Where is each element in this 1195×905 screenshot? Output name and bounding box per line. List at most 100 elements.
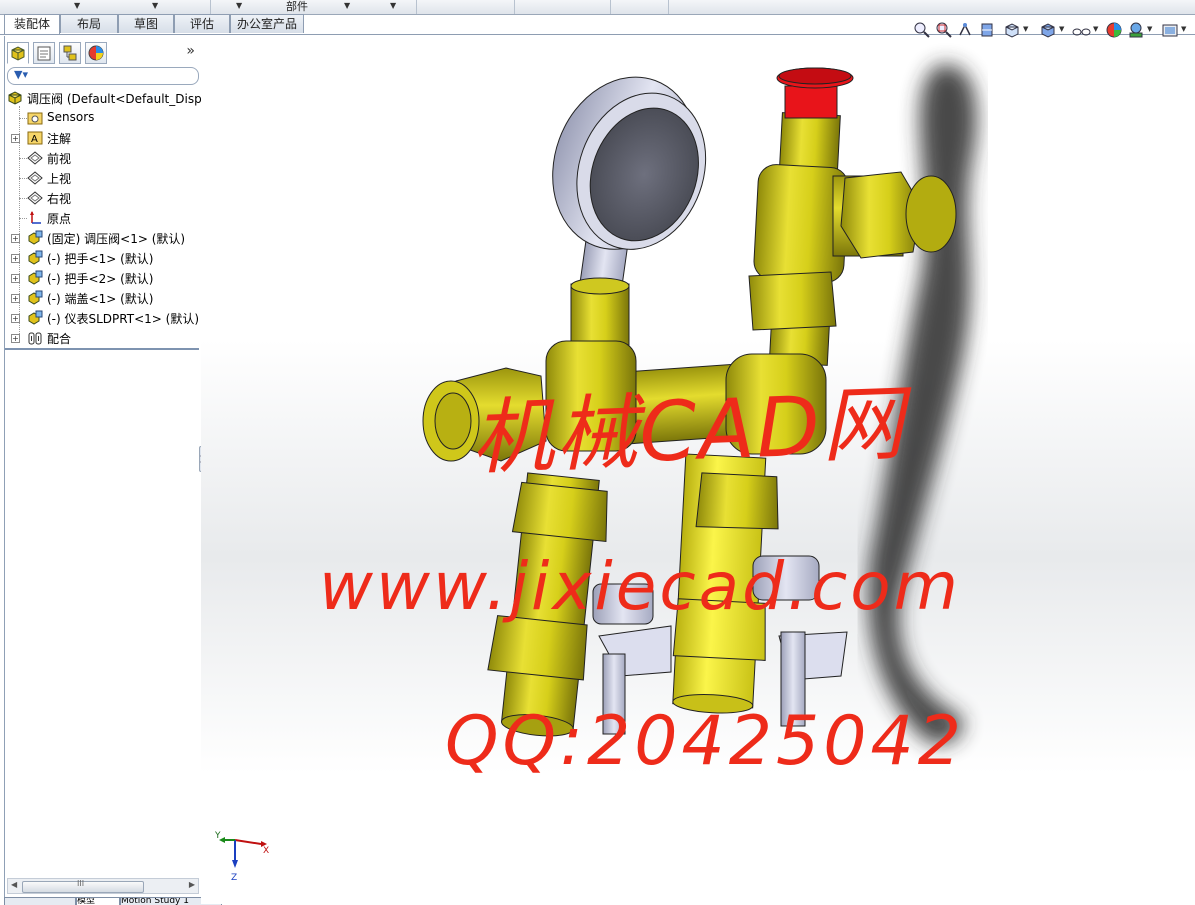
feature-manager-panel: » ▼▾ 调压阀 (Default<Default_Disp Sensors + [4, 36, 202, 901]
configuration-manager-icon [63, 45, 77, 61]
edit-appearance-icon[interactable] [1105, 21, 1123, 39]
tree-item-top-plane[interactable]: 上视 [5, 168, 201, 188]
triad-z-label: Z [231, 873, 237, 883]
coordinate-triad: X Y Z [214, 831, 269, 883]
tree-item-label: Sensors [47, 110, 95, 124]
tree-filter-field[interactable]: ▼▾ [7, 67, 199, 85]
tab-sketch[interactable]: 草图 [118, 14, 174, 33]
plane-icon [27, 191, 43, 205]
hide-show-items-icon[interactable] [1071, 21, 1093, 39]
tree-item-label: (-) 把手<2> (默认) [47, 272, 154, 286]
tree-item-component[interactable]: + (固定) 调压阀<1> (默认) [5, 228, 201, 248]
tree-item-component[interactable]: + (-) 把手<2> (默认) [5, 268, 201, 288]
assembly-icon [8, 91, 22, 105]
right-tee [725, 353, 827, 455]
expand-icon[interactable]: + [11, 334, 20, 343]
tab-layout[interactable]: 布局 [60, 14, 118, 33]
feature-manager-tab[interactable] [7, 42, 29, 64]
previous-view-icon[interactable] [957, 21, 975, 39]
zoom-to-fit-icon[interactable] [913, 21, 931, 39]
left-tee [545, 340, 637, 452]
tree-item-label: 前视 [47, 152, 72, 166]
expand-icon[interactable]: + [11, 254, 20, 263]
triad-x-label: X [263, 846, 269, 856]
expand-icon[interactable]: + [11, 294, 20, 303]
configuration-manager-tab[interactable] [59, 42, 81, 64]
tree-item-label: (-) 端盖<1> (默认) [47, 292, 154, 306]
dropdown-arrow-icon[interactable]: ▼ [1147, 25, 1152, 33]
graphics-viewport[interactable]: 机械CAD网 www.jixiecad.com QQ:20425042 X Y … [201, 36, 1195, 904]
dropdown-arrow-icon[interactable]: ▼ [1181, 25, 1186, 33]
dropdown-arrow-icon[interactable]: ▼ [390, 1, 396, 10]
model-scene [422, 64, 977, 745]
tab-evaluate[interactable]: 评估 [174, 14, 230, 33]
expand-icon[interactable]: + [11, 234, 20, 243]
model-shadow [868, 64, 977, 745]
display-style-icon[interactable] [1039, 21, 1057, 39]
zoom-to-area-icon[interactable] [935, 21, 953, 39]
part-icon [28, 270, 43, 285]
sensor-folder-icon [27, 112, 43, 125]
dropdown-arrow-icon[interactable]: ▼ [1023, 25, 1028, 33]
dropdown-arrow-icon[interactable]: ▼ [344, 1, 350, 10]
tree-item-component[interactable]: + (-) 端盖<1> (默认) [5, 288, 201, 308]
tree-item-label: (-) 把手<1> (默认) [47, 252, 154, 266]
annotation-icon: A [27, 131, 43, 145]
tree-item-label: 右视 [47, 192, 72, 206]
tree-item-component[interactable]: + (-) 仪表SLDPRT<1> (默认) [5, 308, 201, 328]
dropdown-arrow-icon[interactable]: ▼ [152, 1, 158, 10]
bottom-tabs: 模型 Motion Study 1 [4, 897, 224, 905]
more-tabs-icon[interactable]: » [186, 43, 195, 59]
tree-item-label: 原点 [47, 212, 72, 226]
side-outlet [832, 171, 957, 259]
property-manager-tab[interactable] [33, 42, 55, 64]
tree-item-label: (固定) 调压阀<1> (默认) [47, 232, 186, 246]
tree-item-annotations[interactable]: + A 注解 [5, 128, 201, 148]
top-toolbar-strip: ▼ ▼ ▼ 部件 ▼ ▼ [0, 0, 1195, 15]
view-orientation-icon[interactable] [1003, 21, 1021, 39]
tab-office-products[interactable]: 办公室产品 [230, 14, 304, 33]
tree-item-label: (-) 仪表SLDPRT<1> (默认) [47, 312, 200, 326]
red-cap [776, 67, 854, 119]
tree-root-assembly[interactable]: 调压阀 (Default<Default_Disp [5, 88, 202, 108]
feature-manager-icon [11, 46, 25, 61]
scroll-right-icon[interactable]: ▶ [189, 880, 195, 889]
expand-icon[interactable]: + [11, 134, 20, 143]
tree-item-mates[interactable]: + 配合 [5, 328, 201, 348]
dropdown-arrow-icon[interactable]: ▼ [1059, 25, 1064, 33]
tree-item-right-plane[interactable]: 右视 [5, 188, 201, 208]
tree-item-sensors[interactable]: Sensors [5, 108, 201, 128]
section-view-icon[interactable] [979, 21, 997, 39]
tree-item-origin[interactable]: 原点 [5, 208, 201, 228]
expand-icon[interactable]: + [11, 314, 20, 323]
tab-assembly[interactable]: 装配体 [4, 14, 60, 35]
tree-root-label: 调压阀 (Default<Default_Disp [27, 92, 202, 106]
filter-icon[interactable]: ▼▾ [14, 68, 28, 81]
tree-item-front-plane[interactable]: 前视 [5, 148, 201, 168]
part-icon [28, 250, 43, 265]
scrollbar-thumb[interactable]: III [22, 879, 144, 893]
display-manager-tab[interactable] [85, 42, 107, 64]
mates-icon [28, 332, 42, 345]
horizontal-scrollbar[interactable]: ◀ III ▶ [7, 878, 199, 894]
tree-item-component[interactable]: + (-) 把手<1> (默认) [5, 248, 201, 268]
right-upper-nut [748, 271, 837, 331]
tree-item-label: 注解 [47, 132, 72, 146]
scroll-left-icon[interactable]: ◀ [11, 880, 17, 889]
svg-text:A: A [31, 134, 38, 145]
dropdown-arrow-icon[interactable]: ▼ [236, 1, 242, 10]
tree-item-label: 配合 [47, 332, 72, 346]
plane-icon [27, 171, 43, 185]
pressure-gauge [552, 76, 707, 250]
parts-label[interactable]: 部件 [286, 0, 308, 14]
apply-scene-icon[interactable] [1127, 21, 1145, 39]
expand-icon[interactable]: + [11, 274, 20, 283]
dropdown-arrow-icon[interactable]: ▼ [74, 1, 80, 10]
dropdown-arrow-icon[interactable]: ▼ [1093, 25, 1098, 33]
origin-icon [30, 211, 41, 224]
view-settings-icon[interactable] [1161, 21, 1179, 39]
display-manager-icon [88, 45, 104, 61]
tree-item-label: 上视 [47, 172, 72, 186]
part-icon [28, 230, 43, 245]
heads-up-toolbar: ▼ ▼ ▼ ▼ ▼ [913, 21, 1193, 41]
